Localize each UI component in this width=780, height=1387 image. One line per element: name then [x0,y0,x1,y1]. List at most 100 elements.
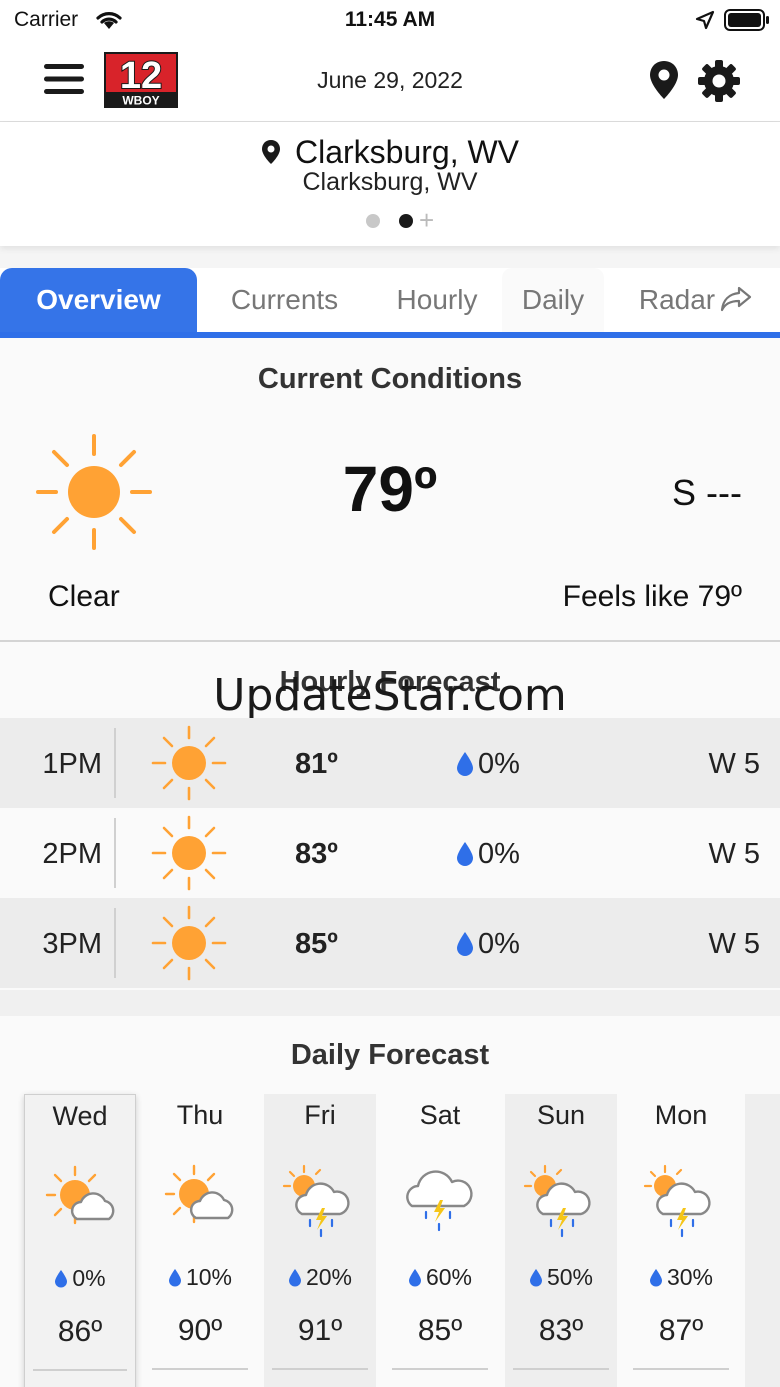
row-divider [114,818,116,888]
app-header: 12 WBOY June 29, 2022 [0,40,780,122]
hourly-precip: 0% [456,928,520,961]
daily-precip: 10% [144,1264,256,1291]
tab-currents[interactable]: Currents [207,268,362,332]
location-city: Clarksburg, WV [294,134,520,170]
daily-forecast-panel: Daily Forecast Wed 0% 86º Thu 10% 90º Fr… [0,1016,780,1387]
daily-precip: 0% [25,1265,135,1292]
row-divider [114,728,116,798]
rain-drop-icon [168,1269,181,1287]
daily-day: Thu [176,1100,224,1130]
rain-drop-icon [55,1270,68,1288]
hourly-wind: W 5 [708,748,760,780]
hourly-precip-value: 0% [478,928,520,960]
hourly-row[interactable]: 3PM 85º 0% W 5 [0,898,780,988]
hourly-temp: 81º [295,748,338,780]
hourly-precip-value: 0% [478,838,520,870]
tab-radar[interactable]: Radar [612,268,780,332]
daily-card-sat[interactable]: Sat 60% 85º [384,1094,496,1387]
sun-icon [151,815,227,891]
tab-hourly[interactable]: Hourly [372,268,502,332]
daily-day: Fri [304,1100,336,1130]
rain-drop-icon [457,752,473,776]
tab-overview[interactable]: Overview [0,268,197,332]
current-conditions-title: Current Conditions [257,363,523,395]
rain-drop-icon [288,1269,301,1287]
current-temperature: 79º [342,453,438,525]
thunderstorm-icon [406,1170,473,1232]
daily-temp: 85º [417,1314,463,1347]
watermark: UpdateStar.com [213,670,567,721]
rain-drop-icon [649,1269,662,1287]
hourly-precip: 0% [456,838,520,871]
rain-drop-icon [408,1269,421,1287]
daily-card-partial[interactable] [745,1094,780,1387]
feels-like: Feels like 79º [562,580,742,613]
status-bar: Carrier 11:45 AM [0,0,780,40]
current-wind: S --- [672,472,742,513]
daily-day: Wed [52,1101,108,1131]
daily-precip-value: 10% [185,1264,233,1290]
hourly-time: 1PM [42,748,102,780]
partly-cloudy-icon [164,1164,234,1224]
daily-precip-value: 20% [305,1264,353,1290]
sun-icon [151,725,227,801]
location-pin-icon[interactable] [648,60,680,100]
daily-precip-value: 0% [72,1265,106,1291]
card-divider [272,1368,368,1370]
daily-precip: 60% [384,1264,496,1291]
daily-card-wed[interactable]: Wed 0% 86º [24,1094,136,1387]
battery-icon [724,9,769,31]
rain-drop-icon [457,932,473,956]
page-indicator[interactable]: + [366,205,446,235]
share-arrow-icon [721,286,752,312]
daily-card-thu[interactable]: Thu 10% 90º [144,1094,256,1387]
daily-day: Sat [419,1100,461,1130]
daily-card-mon[interactable]: Mon 30% 87º [625,1094,737,1387]
settings-gear-icon[interactable] [698,60,740,102]
daily-day: Sun [536,1100,586,1130]
sun-thunderstorm-icon [282,1164,350,1238]
card-divider [33,1369,127,1371]
daily-precip: 50% [505,1264,617,1291]
sun-thunderstorm-icon [523,1164,591,1238]
sun-thunderstorm-icon [643,1164,711,1238]
daily-precip-value: 30% [666,1264,714,1290]
svg-text:WBOY: WBOY [122,94,159,108]
tab-daily[interactable]: Daily [502,268,604,332]
rain-drop-icon [457,842,473,866]
sun-icon [151,905,227,981]
status-time: 11:45 AM [344,8,436,31]
tab-bar: Overview Currents Hourly Daily Radar [0,268,780,338]
hourly-row[interactable]: 1PM 81º 0% W 5 [0,718,780,808]
daily-card-sun[interactable]: Sun 50% 83º [505,1094,617,1387]
hourly-temp: 83º [295,838,338,870]
tab-radar-label: Radar [638,284,716,315]
daily-temp: 90º [177,1314,223,1347]
partly-cloudy-icon [45,1165,115,1225]
hourly-forecast-panel: Hourly Forecast UpdateStar.com 1PM 81º 0… [0,642,780,990]
daily-temp: 87º [658,1314,704,1347]
card-divider [392,1368,488,1370]
hourly-time: 2PM [42,838,102,870]
hourly-wind: W 5 [708,838,760,870]
location-subtitle: Clarksburg, WV [302,168,478,196]
page-dot-2[interactable] [399,214,413,228]
daily-precip-value: 60% [425,1264,473,1290]
daily-precip: 30% [625,1264,737,1291]
hourly-precip: 0% [456,748,520,781]
row-divider [114,908,116,978]
daily-precip-value: 50% [546,1264,594,1290]
page-dot-1[interactable] [366,214,380,228]
current-conditions-panel: Current Conditions 79º S --- Clear Feels… [0,338,780,642]
hourly-precip-value: 0% [478,748,520,780]
card-divider [152,1368,248,1370]
hourly-row[interactable]: 2PM 83º 0% W 5 [0,808,780,898]
rain-drop-icon [529,1269,542,1287]
section-gap [0,990,780,1016]
daily-card-fri[interactable]: Fri 20% 91º [264,1094,376,1387]
location-arrow-icon [695,10,715,30]
location-panel[interactable]: Clarksburg, WV Clarksburg, WV + [0,122,780,246]
daily-forecast-title: Daily Forecast [290,1039,490,1071]
hourly-temp: 85º [295,928,338,960]
add-location-icon[interactable]: + [419,205,434,236]
